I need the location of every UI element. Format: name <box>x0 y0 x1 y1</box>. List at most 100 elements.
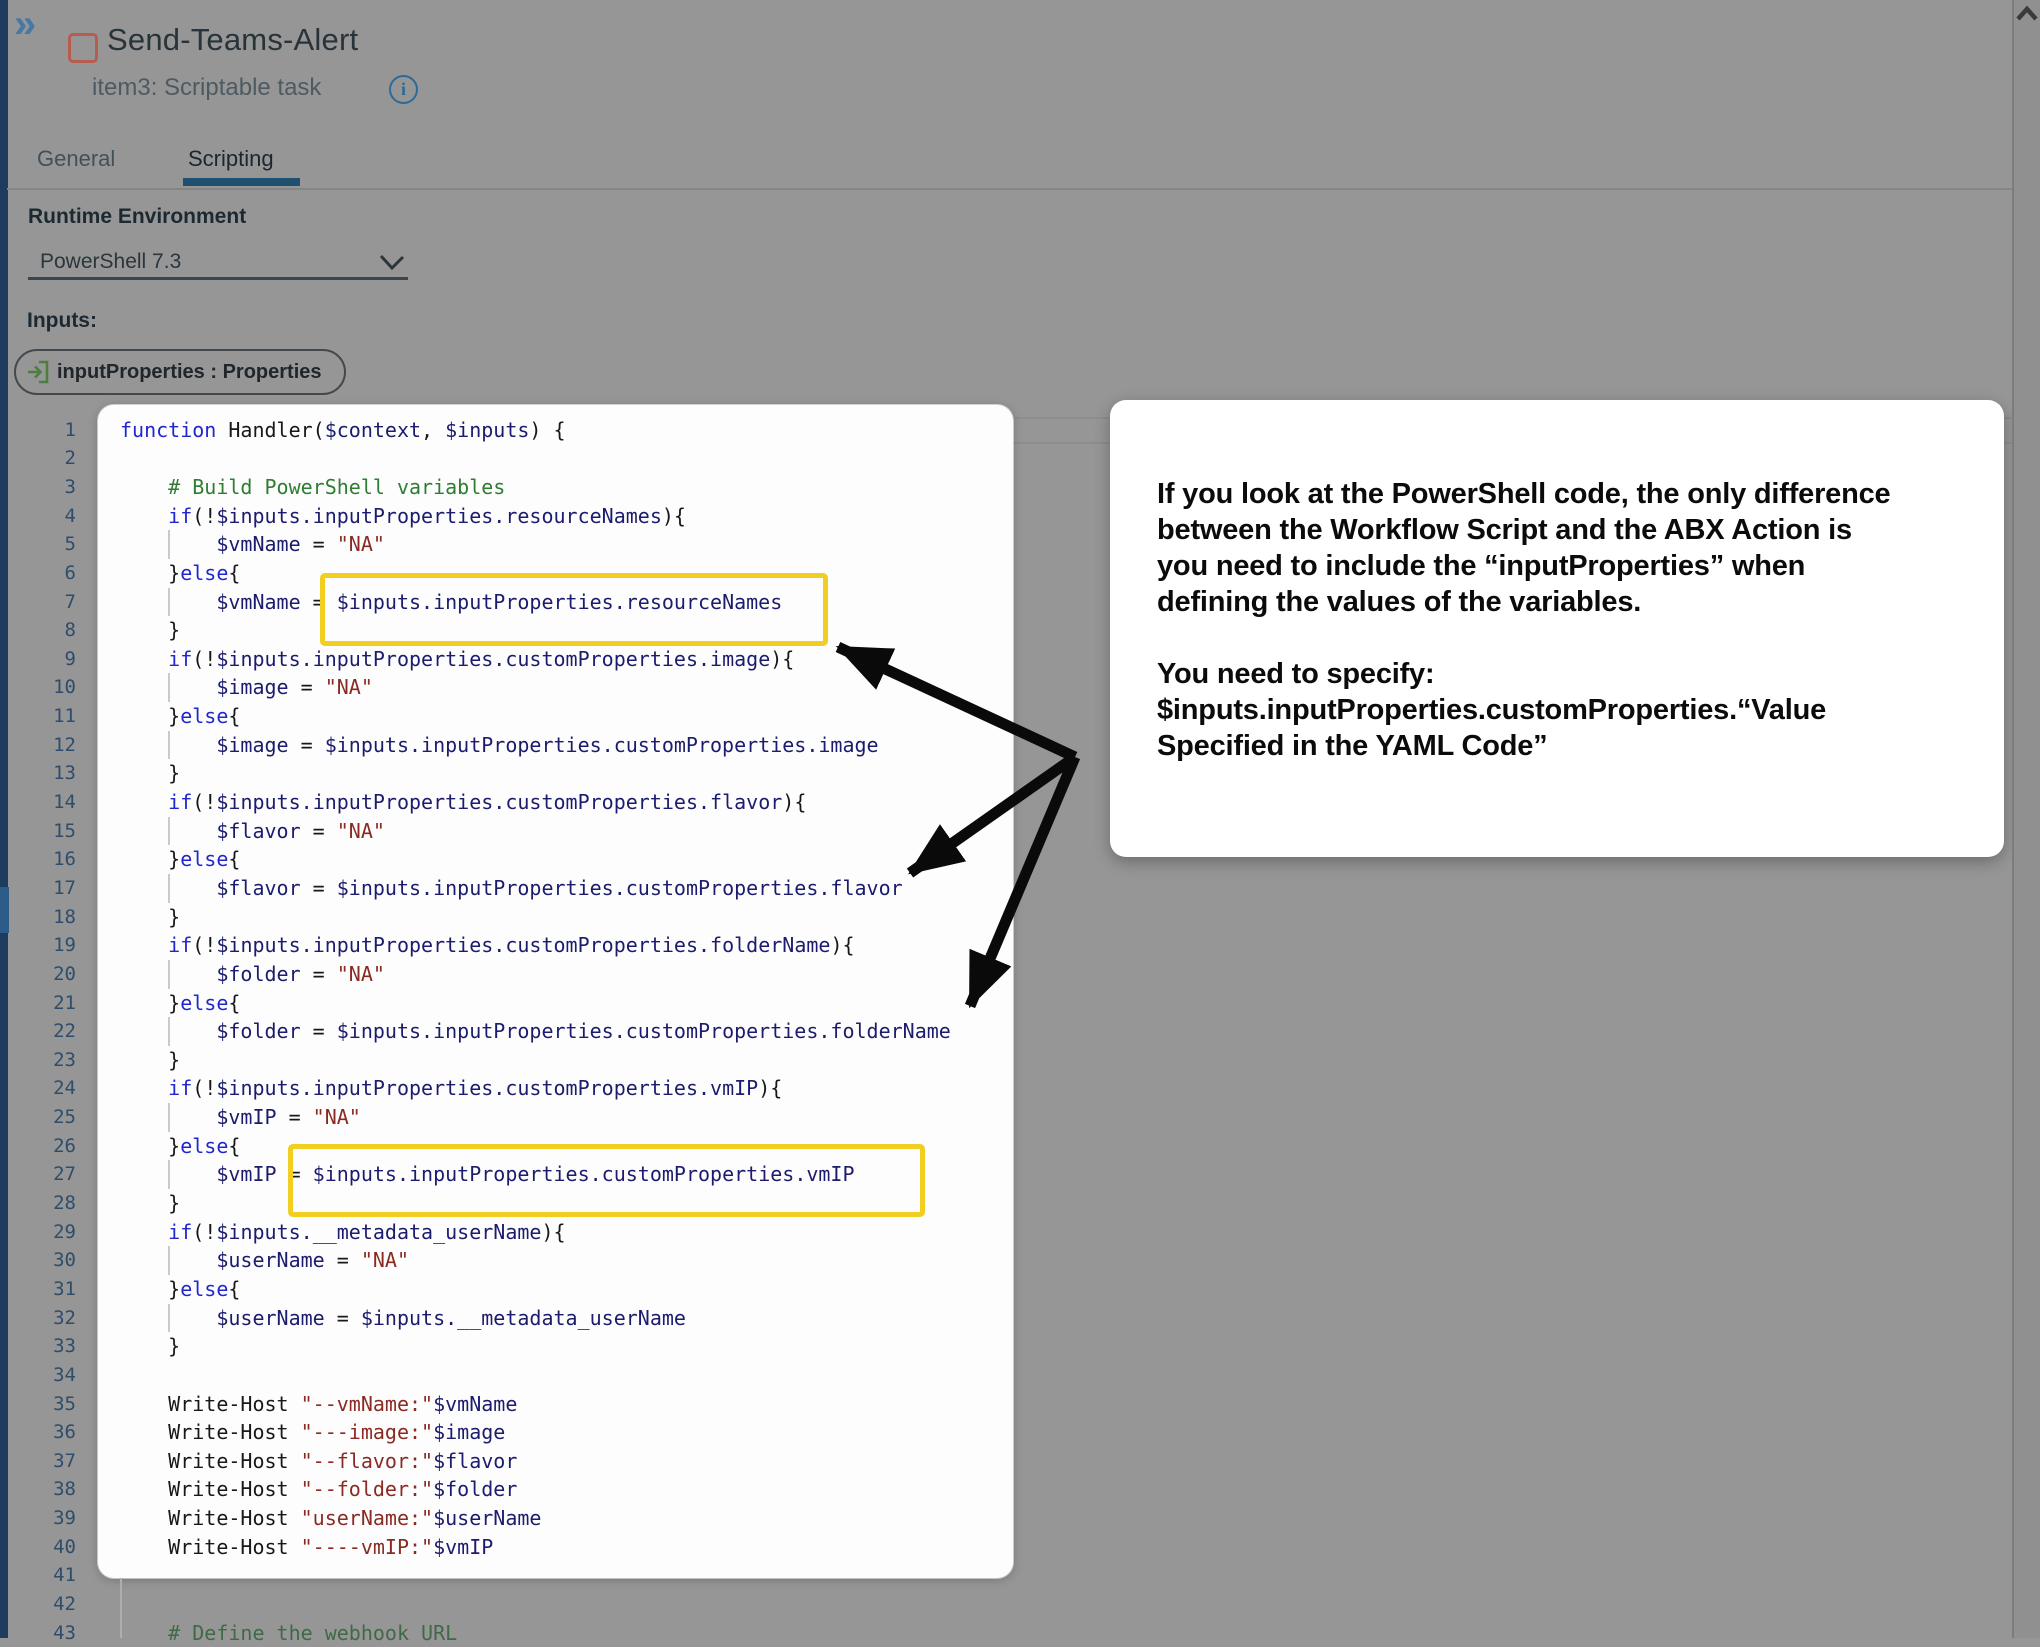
line-number: 5 <box>20 530 76 559</box>
line-number: 40 <box>20 1533 76 1562</box>
select-underline <box>28 277 408 280</box>
yellow-highlight-box <box>320 573 828 646</box>
page-subtitle: item3: Scriptable task <box>92 74 321 102</box>
line-number: 11 <box>20 702 76 731</box>
code-line[interactable]: $vmName = "NA" <box>120 530 385 559</box>
scrollbar-track[interactable] <box>2012 0 2040 1638</box>
line-number: 2 <box>20 444 76 473</box>
code-line[interactable]: Write-Host "--vmName:"$vmName <box>120 1390 517 1419</box>
line-number: 23 <box>20 1046 76 1075</box>
code-line[interactable]: $userName = "NA" <box>120 1246 409 1275</box>
task-checkbox[interactable] <box>68 33 98 63</box>
line-number: 7 <box>20 588 76 617</box>
line-number: 20 <box>20 960 76 989</box>
line-number: 1 <box>20 416 76 445</box>
code-line[interactable]: } <box>120 759 180 788</box>
expand-panel-icon[interactable]: » <box>14 2 36 47</box>
line-number: 25 <box>20 1103 76 1132</box>
code-line[interactable]: }else{ <box>120 702 240 731</box>
code-line[interactable]: } <box>120 616 180 645</box>
code-line[interactable]: $flavor = $inputs.inputProperties.custom… <box>120 874 903 903</box>
line-number: 26 <box>20 1132 76 1161</box>
line-number: 30 <box>20 1246 76 1275</box>
code-line[interactable]: if(!$inputs.inputProperties.customProper… <box>120 931 855 960</box>
line-number: 14 <box>20 788 76 817</box>
line-number: 3 <box>20 473 76 502</box>
line-number: 4 <box>20 502 76 531</box>
info-icon[interactable]: i <box>389 75 418 104</box>
code-line[interactable]: if(!$inputs.__metadata_userName){ <box>120 1218 566 1247</box>
code-line[interactable]: Write-Host "--flavor:"$flavor <box>120 1447 517 1476</box>
code-line[interactable]: }else{ <box>120 1132 240 1161</box>
active-tab-underline <box>183 178 300 186</box>
line-number: 33 <box>20 1332 76 1361</box>
line-number: 34 <box>20 1361 76 1390</box>
line-number: 8 <box>20 616 76 645</box>
code-line[interactable]: } <box>120 903 180 932</box>
annotation-text-line: You need to specify: <box>1157 656 2004 692</box>
tab-scripting[interactable]: Scripting <box>188 146 274 172</box>
line-number: 12 <box>20 731 76 760</box>
code-line[interactable]: $vmIP = "NA" <box>120 1103 361 1132</box>
input-properties-chip[interactable]: inputProperties : Properties <box>14 349 346 395</box>
line-number: 32 <box>20 1304 76 1333</box>
tab-general[interactable]: General <box>37 146 115 172</box>
code-line[interactable]: Write-Host "----vmIP:"$vmIP <box>120 1533 493 1562</box>
code-line[interactable]: Write-Host "--folder:"$folder <box>120 1475 517 1504</box>
line-number: 41 <box>20 1561 76 1590</box>
annotation-text-line <box>1157 620 2004 656</box>
left-nav-notch <box>0 887 9 933</box>
code-line[interactable]: if(!$inputs.inputProperties.customProper… <box>120 788 806 817</box>
code-line[interactable]: $userName = $inputs.__metadata_userName <box>120 1304 686 1333</box>
scroll-up-icon[interactable] <box>2015 5 2039 23</box>
line-number: 19 <box>20 931 76 960</box>
code-line[interactable]: if(!$inputs.inputProperties.resourceName… <box>120 502 686 531</box>
code-line[interactable]: }else{ <box>120 989 240 1018</box>
code-line[interactable]: $folder = "NA" <box>120 960 385 989</box>
line-number: 29 <box>20 1218 76 1247</box>
annotation-text-line: $inputs.inputProperties.customProperties… <box>1157 692 2004 728</box>
code-line[interactable]: }else{ <box>120 559 240 588</box>
runtime-environment-label: Runtime Environment <box>28 205 246 229</box>
line-number: 38 <box>20 1475 76 1504</box>
code-line[interactable]: } <box>120 1046 180 1075</box>
line-number: 43 <box>20 1619 76 1647</box>
code-line[interactable]: # Define the webhook URL <box>120 1619 457 1647</box>
page-title: Send-Teams-Alert <box>107 22 358 58</box>
code-line[interactable]: $flavor = "NA" <box>120 817 385 846</box>
code-line[interactable]: # Build PowerShell variables <box>120 473 505 502</box>
line-number: 13 <box>20 759 76 788</box>
runtime-environment-select[interactable]: PowerShell 7.3 <box>40 250 181 274</box>
code-line[interactable]: function Handler($context, $inputs) { <box>120 416 566 445</box>
tabbar-border <box>7 188 2012 190</box>
line-number: 18 <box>20 903 76 932</box>
line-number: 28 <box>20 1189 76 1218</box>
code-line[interactable]: }else{ <box>120 845 240 874</box>
code-line[interactable]: if(!$inputs.inputProperties.customProper… <box>120 645 794 674</box>
code-line[interactable]: } <box>120 1189 180 1218</box>
line-number: 22 <box>20 1017 76 1046</box>
code-line[interactable]: $image = "NA" <box>120 673 373 702</box>
annotation-text-line: defining the values of the variables. <box>1157 584 2004 620</box>
line-number: 35 <box>20 1390 76 1419</box>
inputs-label: Inputs: <box>27 309 97 333</box>
line-number: 9 <box>20 645 76 674</box>
annotation-text-line: If you look at the PowerShell code, the … <box>1157 476 2004 512</box>
line-number: 17 <box>20 874 76 903</box>
line-number: 15 <box>20 817 76 846</box>
annotation-text-line: between the Workflow Script and the ABX … <box>1157 512 2004 548</box>
code-line[interactable]: if(!$inputs.inputProperties.customProper… <box>120 1074 782 1103</box>
annotation-card: If you look at the PowerShell code, the … <box>1110 400 2004 857</box>
code-line[interactable]: } <box>120 1332 180 1361</box>
code-line[interactable]: Write-Host "userName:"$userName <box>120 1504 541 1533</box>
line-number: 36 <box>20 1418 76 1447</box>
line-number: 24 <box>20 1074 76 1103</box>
code-line[interactable]: $folder = $inputs.inputProperties.custom… <box>120 1017 951 1046</box>
code-line[interactable]: $image = $inputs.inputProperties.customP… <box>120 731 879 760</box>
yellow-highlight-box <box>288 1144 925 1217</box>
line-number: 39 <box>20 1504 76 1533</box>
code-line[interactable]: Write-Host "---image:"$image <box>120 1418 505 1447</box>
input-arrow-icon <box>26 359 50 385</box>
line-number: 37 <box>20 1447 76 1476</box>
code-line[interactable]: }else{ <box>120 1275 240 1304</box>
